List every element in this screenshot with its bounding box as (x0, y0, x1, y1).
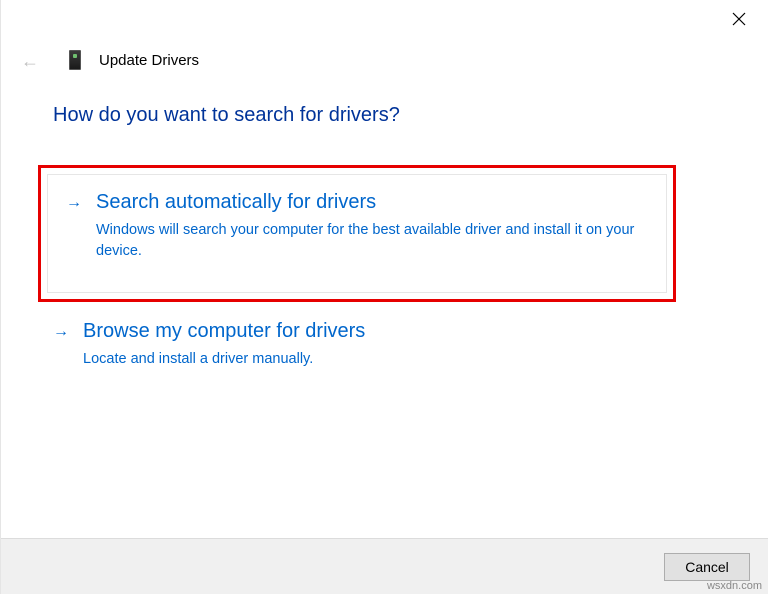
option-title: Browse my computer for drivers (83, 320, 698, 343)
watermark-text: wsxdn.com (707, 580, 762, 592)
option-description: Windows will search your computer for th… (96, 220, 648, 262)
arrow-right-icon: → (53, 320, 69, 370)
option-body: Browse my computer for drivers Locate an… (83, 320, 698, 370)
option-title: Search automatically for drivers (96, 191, 648, 214)
dialog-title: Update Drivers (99, 52, 199, 69)
dialog-footer: Cancel (1, 538, 768, 594)
dialog-content: How do you want to search for drivers? →… (1, 70, 768, 380)
dialog-header: ← Update Drivers (1, 0, 768, 70)
question-heading: How do you want to search for drivers? (53, 104, 716, 127)
arrow-right-icon: → (66, 191, 82, 262)
browse-computer-option[interactable]: → Browse my computer for drivers Locate … (53, 320, 716, 380)
highlighted-option-frame: → Search automatically for drivers Windo… (38, 165, 676, 302)
option-description: Locate and install a driver manually. (83, 349, 698, 370)
update-drivers-dialog: ← Update Drivers How do you want to sear… (0, 0, 768, 594)
close-button[interactable] (732, 12, 746, 30)
option-body: Search automatically for drivers Windows… (96, 191, 648, 262)
close-icon (732, 12, 746, 26)
back-arrow-icon[interactable]: ← (21, 52, 39, 70)
device-icon (69, 50, 81, 70)
cancel-button[interactable]: Cancel (664, 553, 750, 581)
search-automatically-option[interactable]: → Search automatically for drivers Windo… (47, 174, 667, 293)
